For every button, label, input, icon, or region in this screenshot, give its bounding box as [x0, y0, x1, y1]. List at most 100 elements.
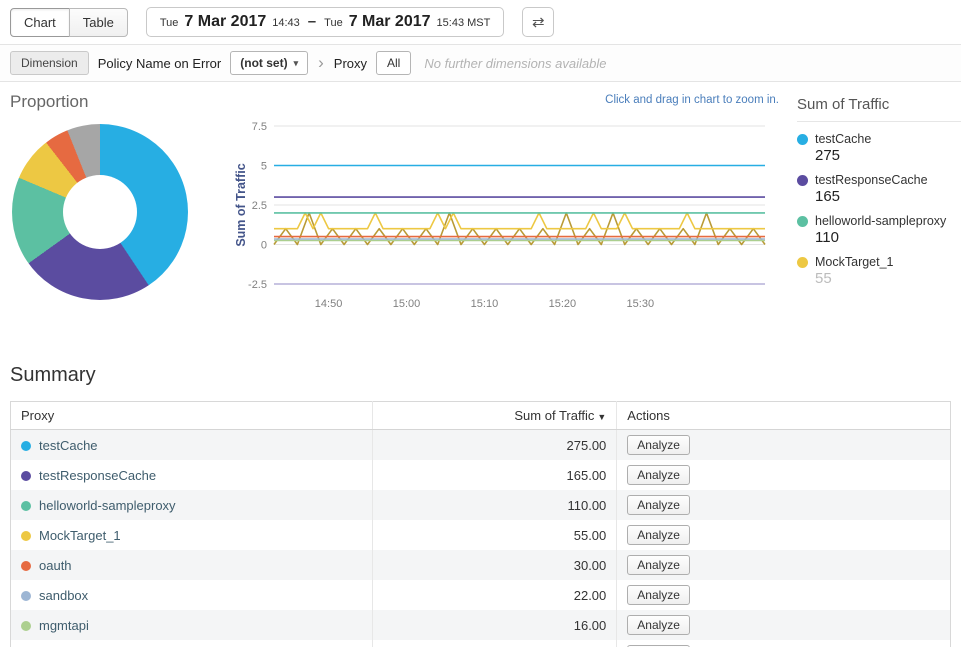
refresh-icon: ⇄ [532, 14, 545, 31]
proxy-name-cell: MockTarget_2 [11, 640, 373, 647]
table-row: mgmtapi16.00 Analyze [11, 610, 951, 640]
series-color-dot [21, 561, 31, 571]
column-header-proxy: Proxy [11, 402, 373, 430]
y-axis-tick-label: -2.5 [248, 279, 267, 291]
end-date: 7 Mar 2017 [349, 13, 431, 31]
traffic-line-chart[interactable]: 7.552.50-2.514:5015:0015:1015:2015:30Sum… [232, 118, 777, 316]
chart-section: Proportion Click and drag in chart to zo… [0, 82, 961, 350]
table-header-row: Proxy Sum of Traffic▼ Actions [11, 402, 951, 430]
table-row: MockTarget_23.00Analyze [11, 640, 951, 647]
top-toolbar: Chart Table Tue 7 Mar 2017 14:43 – Tue 7… [0, 0, 961, 45]
analyze-button[interactable]: Analyze [627, 495, 690, 515]
policy-value-dropdown[interactable]: (not set) ▾ [230, 51, 308, 75]
legend-item[interactable]: MockTarget_155 [797, 255, 961, 287]
chevron-right-icon: › [317, 53, 325, 73]
zoom-hint-text: Click and drag in chart to zoom in. [605, 94, 779, 106]
policy-value-label: (not set) [240, 56, 287, 70]
legend-item-value: 275 [815, 147, 961, 164]
actions-cell: Analyze [617, 550, 951, 580]
actions-cell: Analyze [617, 460, 951, 490]
proxy-value-button[interactable]: All [376, 51, 411, 75]
date-range-separator: – [306, 13, 318, 30]
sort-desc-icon[interactable]: ▼ [597, 412, 606, 422]
traffic-value-cell: 165.00 [372, 460, 616, 490]
proportion-panel: Proportion [10, 90, 232, 350]
proxy-name-cell: sandbox [11, 580, 373, 610]
y-axis-tick-label: 2.5 [252, 200, 267, 212]
traffic-value-cell: 275.00 [372, 430, 616, 461]
proxy-name-cell: oauth [11, 550, 373, 580]
chart-table-toggle: Chart Table [10, 8, 128, 37]
chart-legend: Sum of Traffic testCache275testResponseC… [793, 90, 961, 350]
table-row: MockTarget_155.00Analyze [11, 520, 951, 550]
table-tab-button[interactable]: Table [69, 8, 128, 37]
column-header-sum-of-traffic[interactable]: Sum of Traffic▼ [372, 402, 616, 430]
legend-item-value: 55 [815, 270, 961, 287]
proxy-name-cell: testResponseCache [11, 460, 373, 490]
y-axis-title: Sum of Traffic [234, 163, 248, 246]
actions-cell: Analyze [617, 430, 951, 461]
analyze-button[interactable]: Analyze [627, 555, 690, 575]
summary-table: Proxy Sum of Traffic▼ Actions testCache2… [10, 401, 951, 647]
summary-title: Summary [10, 364, 951, 387]
proportion-donut-chart[interactable] [12, 124, 188, 300]
legend-item[interactable]: testResponseCache165 [797, 173, 961, 205]
actions-cell: Analyze [617, 640, 951, 647]
traffic-value-cell: 22.00 [372, 580, 616, 610]
analyze-button[interactable]: Analyze [627, 615, 690, 635]
y-axis-tick-label: 5 [261, 161, 267, 173]
legend-item-label: MockTarget_1 [815, 255, 894, 269]
proxy-name-cell: mgmtapi [11, 610, 373, 640]
analyze-button[interactable]: Analyze [627, 435, 690, 455]
proxy-dimension-label: Proxy [334, 56, 367, 71]
legend-item[interactable]: helloworld-sampleproxy110 [797, 214, 961, 246]
analyze-button[interactable]: Analyze [627, 465, 690, 485]
column-header-actions: Actions [617, 402, 951, 430]
chart-tab-button[interactable]: Chart [10, 8, 70, 37]
dimension-chip: Dimension [10, 51, 89, 75]
proportion-title: Proportion [10, 92, 232, 112]
legend-item-value: 110 [815, 229, 961, 246]
no-further-dimensions-text: No further dimensions available [424, 56, 606, 71]
x-axis-tick-label: 15:00 [393, 298, 421, 310]
policy-dimension-label: Policy Name on Error [98, 56, 222, 71]
x-axis-tick-label: 15:30 [627, 298, 655, 310]
proxy-name-cell: testCache [11, 430, 373, 461]
series-color-dot [21, 441, 31, 451]
legend-item[interactable]: testCache275 [797, 132, 961, 164]
x-axis-tick-label: 14:50 [315, 298, 343, 310]
traffic-value-cell: 16.00 [372, 610, 616, 640]
legend-item-label: testCache [815, 132, 871, 146]
traffic-value-cell: 3.00 [372, 640, 616, 647]
proxy-name-cell: helloworld-sampleproxy [11, 490, 373, 520]
refresh-button[interactable]: ⇄ [522, 7, 554, 37]
y-axis-tick-label: 0 [261, 240, 267, 252]
summary-section: Summary Proxy Sum of Traffic▼ Actions te… [0, 350, 961, 647]
series-color-dot [21, 501, 31, 511]
legend-item-label: testResponseCache [815, 173, 928, 187]
actions-cell: Analyze [617, 520, 951, 550]
line-chart-panel: Click and drag in chart to zoom in. 7.5 5… [232, 90, 793, 350]
analyze-button[interactable]: Analyze [627, 585, 690, 605]
y-axis-tick-label: 7.5 [252, 121, 267, 133]
series-color-dot [797, 257, 808, 268]
legend-item-value: 165 [815, 188, 961, 205]
series-color-dot [797, 134, 808, 145]
x-axis-tick-label: 15:20 [549, 298, 577, 310]
legend-items: testCache275 testResponseCache165 hellowor… [797, 132, 961, 287]
traffic-value-cell: 110.00 [372, 490, 616, 520]
series-color-dot [797, 175, 808, 186]
traffic-value-cell: 30.00 [372, 550, 616, 580]
table-row: oauth30.00 Analyze [11, 550, 951, 580]
series-color-dot [21, 471, 31, 481]
series-color-dot [797, 216, 808, 227]
start-day: Tue [160, 17, 179, 29]
chevron-down-icon: ▾ [294, 58, 299, 69]
end-day: Tue [324, 17, 343, 29]
start-date: 7 Mar 2017 [184, 13, 266, 31]
analyze-button[interactable]: Analyze [627, 525, 690, 545]
dimension-bar: Dimension Policy Name on Error (not set)… [0, 45, 961, 82]
date-range-picker[interactable]: Tue 7 Mar 2017 14:43 – Tue 7 Mar 2017 15… [146, 7, 504, 37]
table-row: sandbox22.00 Analyze [11, 580, 951, 610]
summary-table-body: testCache275.00AnalyzetestResponseCache1… [11, 430, 951, 647]
